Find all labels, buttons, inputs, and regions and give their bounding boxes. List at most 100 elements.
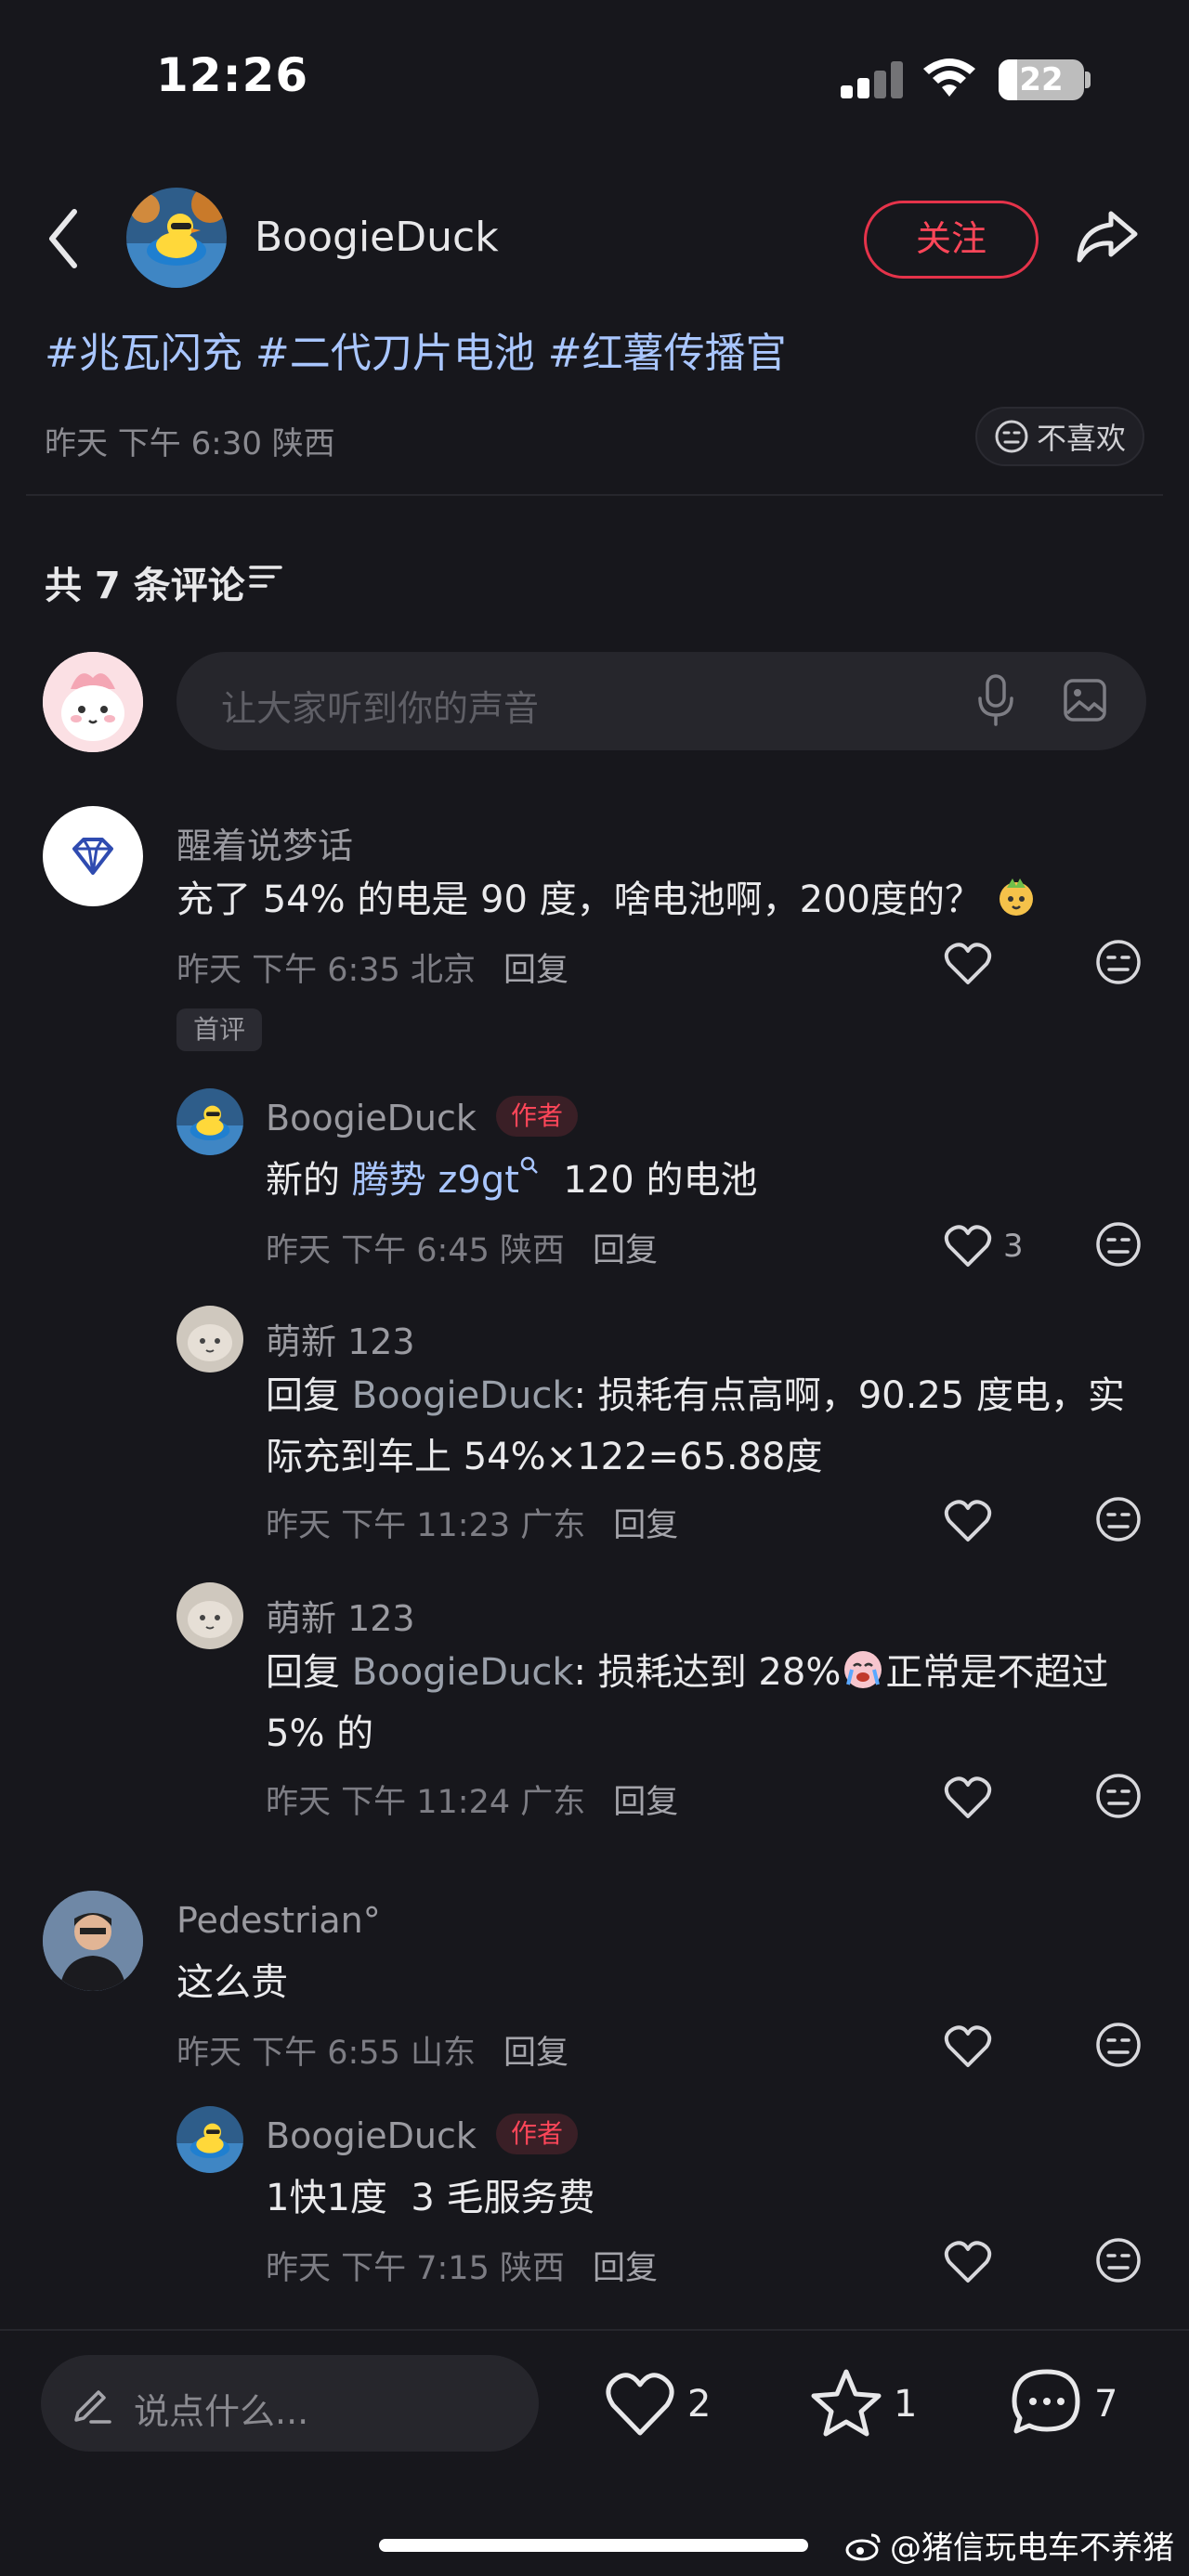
comment-meta: 昨天 下午 6:55 山东 回复 [176,2026,568,2074]
like-heart-icon[interactable] [944,1224,992,1268]
reply-text: 1快1度 3 毛服务费 [266,2177,595,2219]
like-heart-icon[interactable] [944,1776,992,1820]
reply-text-line1b: 正常是不超过 [885,1651,1109,1694]
hashtag-link[interactable]: #红薯传播官 [548,330,787,377]
dislike-face-icon[interactable] [1094,2021,1143,2069]
comment-text: 这么贵 [176,1961,288,2004]
reply-meta: 昨天 下午 11:23 广东 回复 [266,1499,678,1546]
say-something-placeholder: 说点什么... [134,2391,309,2432]
reply-text-line2: 5% 的 [266,1712,374,1755]
comment-text: 充了 54% 的电是 90 度，啥电池啊，200度的？ [176,869,1039,930]
reply-text-prefix: 回复 [266,1651,352,1694]
star-icon[interactable] [810,2368,882,2437]
battery-icon: 22 [999,59,1084,100]
share-icon[interactable] [1074,202,1141,269]
back-arrow-icon[interactable] [45,206,82,271]
reply-button[interactable]: 回复 [503,2035,568,2072]
reply-button[interactable]: 回复 [593,2250,658,2287]
reply-avatar[interactable] [176,1088,243,1155]
mention-link[interactable]: BoogieDuck [352,1651,574,1694]
reply-timestamp: 昨天 下午 6:45 陕西 [266,1232,565,1269]
reply-text-line2: 际充到车上 54%×122=65.88度 [266,1436,823,1478]
search-link[interactable]: 腾势 z9gt [352,1159,519,1202]
wifi-icon [923,59,975,97]
search-icon [520,1156,538,1174]
reply-timestamp: 昨天 下午 11:23 广东 [266,1507,586,1544]
reply-avatar[interactable] [176,1306,243,1373]
reply-author-name[interactable]: 萌新 123 [266,1313,415,1364]
commenter-name[interactable]: Pedestrian° [176,1900,381,1941]
comment-count: 共 7 条评论 [45,565,245,607]
battery-percent: 22 [1019,61,1064,98]
reply-text-prefix: 新的 [266,1159,352,1202]
mention-link[interactable]: BoogieDuck [352,1374,574,1417]
author-name[interactable]: BoogieDuck [255,214,499,261]
author-badge: 作者 [496,1096,579,1137]
battery-tip [1085,72,1091,88]
dislike-face-icon[interactable] [1094,2236,1143,2284]
comment-text-body: 充了 54% 的电是 90 度，啥电池啊，200度的？ [176,878,983,921]
reply-timestamp: 昨天 下午 7:15 陕西 [266,2250,565,2287]
dislike-face-icon[interactable] [1094,1495,1143,1543]
first-comment-badge: 首评 [176,1008,263,1051]
follow-button[interactable]: 关注 [864,201,1039,279]
divider [26,494,1163,496]
home-indicator [379,2539,808,2552]
like-heart-icon[interactable] [944,2024,992,2069]
cellular-signal-icon [841,61,904,98]
dislike-face-icon[interactable] [1094,1220,1143,1268]
like-heart-icon[interactable] [944,2240,992,2284]
reply-author-name[interactable]: BoogieDuck [266,2115,477,2156]
my-avatar[interactable] [43,652,143,752]
reply-avatar[interactable] [176,1582,243,1649]
comment-meta: 昨天 下午 6:35 北京 回复 [176,943,568,991]
hashtag-link[interactable]: #二代刀片电池 [255,330,535,377]
author-avatar[interactable] [126,188,227,288]
reply-timestamp: 昨天 下午 11:24 广东 [266,1784,586,1821]
commenter-avatar[interactable] [43,1891,143,1991]
post-hashtags: #兆瓦闪充 #二代刀片电池 #红薯传播官 [45,319,800,379]
reply-avatar[interactable] [176,2106,243,2173]
reply-author-name[interactable]: BoogieDuck [266,1098,477,1138]
reply-text-line1: : 损耗有点高啊，90.25 度电，实 [573,1374,1125,1417]
commenter-name[interactable]: 醒着说梦话 [176,817,353,868]
like-heart-icon[interactable] [944,1499,992,1543]
watermark: @猪信玩电车不养猪 [845,2522,1174,2568]
comment-timestamp: 昨天 下午 6:55 山东 [176,2035,476,2072]
reply-button[interactable]: 回复 [613,1507,678,1544]
weibo-logo-icon [845,2533,881,2560]
reply-button[interactable]: 回复 [613,1784,678,1821]
status-time: 12:26 [156,48,309,102]
meh-face-icon [995,420,1028,453]
watermark-text: @猪信玩电车不养猪 [890,2530,1174,2567]
hashtag-link[interactable]: #兆瓦闪充 [45,330,242,377]
reply-meta: 昨天 下午 11:24 广东 回复 [266,1776,678,1823]
comment-bubble-icon[interactable] [1011,2368,1083,2437]
dislike-face-icon[interactable] [1094,1772,1143,1820]
sort-icon[interactable] [249,563,282,591]
author-badge: 作者 [496,2114,579,2154]
dislike-label: 不喜欢 [1036,421,1126,456]
comment-timestamp: 昨天 下午 6:35 北京 [176,952,476,989]
reply-text-prefix: 回复 [266,1374,352,1417]
reply-meta: 昨天 下午 6:45 陕西 回复 [266,1224,658,1271]
commenter-avatar[interactable] [43,806,143,906]
reply-author-name[interactable]: 萌新 123 [266,1590,415,1641]
comment-input-placeholder: 让大家听到你的声音 [221,688,540,729]
post-meta: 昨天 下午 6:30 陕西 [45,425,335,462]
image-icon[interactable] [1063,678,1107,722]
reply-text: 回复 BoogieDuck: 损耗达到 28% 正常是不超过 5% 的 [266,1642,1108,1764]
dislike-face-icon[interactable] [1094,938,1143,986]
like-heart-icon[interactable] [944,942,992,986]
comment-count-bottom: 7 [1094,2383,1118,2426]
crying-emoji-icon [841,1647,885,1692]
reply-text: 回复 BoogieDuck: 损耗有点高啊，90.25 度电，实 际充到车上 5… [266,1365,1125,1488]
reply-button[interactable]: 回复 [503,952,568,989]
emoji-icon [994,875,1039,919]
reply-meta: 昨天 下午 7:15 陕西 回复 [266,2242,658,2289]
say-something-input[interactable]: 说点什么... [41,2355,539,2452]
dislike-button[interactable]: 不喜欢 [975,407,1144,466]
reply-button[interactable]: 回复 [593,1232,658,1269]
microphone-icon[interactable] [975,674,1016,726]
like-heart-icon[interactable] [604,2370,676,2439]
